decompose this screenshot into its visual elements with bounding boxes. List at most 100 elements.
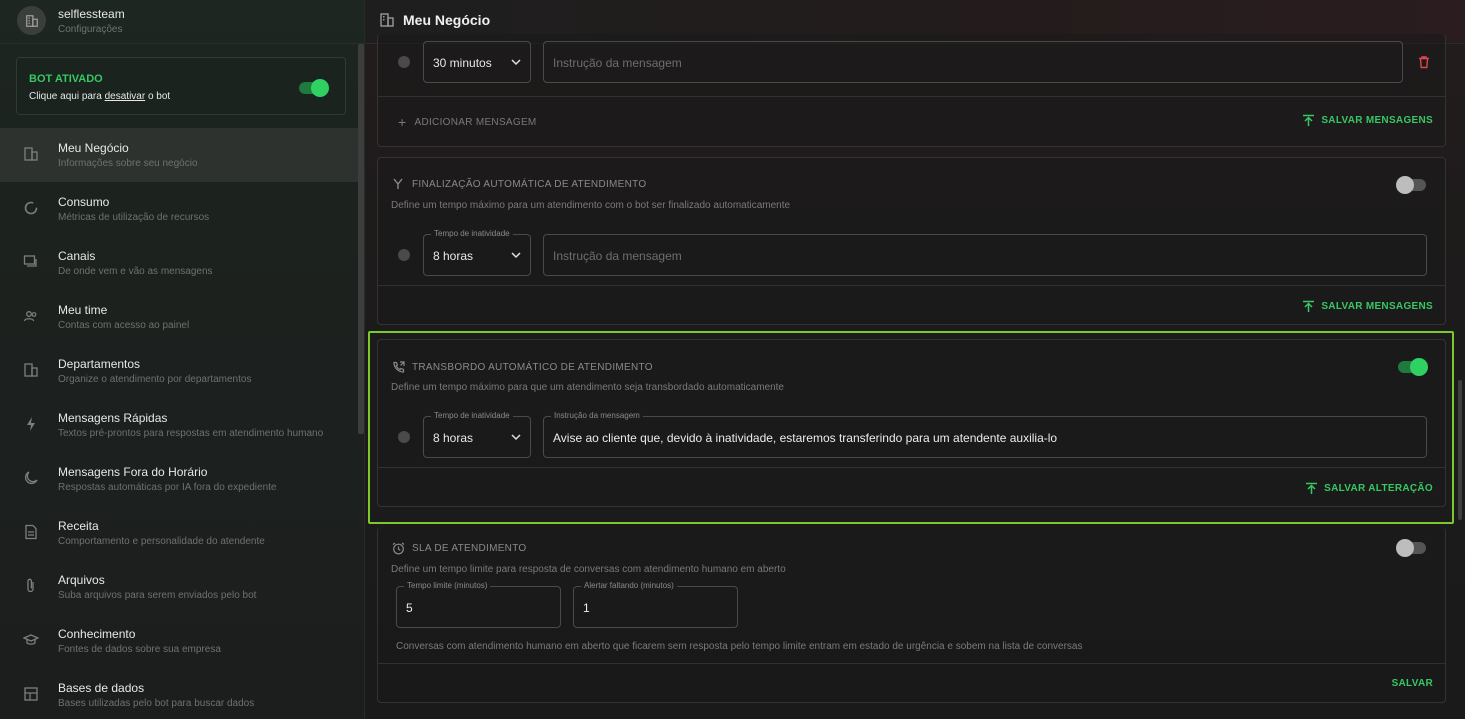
sla-card: SLA DE ATENDIMENTO Define um tempo limit… xyxy=(377,527,1446,703)
upload-icon xyxy=(1303,114,1315,126)
input-placeholder: Instrução da mensagem xyxy=(553,249,682,263)
sidebar-item-fora-do-horario[interactable]: Mensagens Fora do Horário Respostas auto… xyxy=(0,452,358,506)
sidebar-item-conhecimento[interactable]: Conhecimento Fontes de dados sobre sua e… xyxy=(0,614,358,668)
messages-card: 30 minutos Instrução da mensagem + ADICIO… xyxy=(377,34,1446,147)
inactivity-select[interactable]: Tempo de inatividade 8 horas xyxy=(423,411,531,458)
input-value: 5 xyxy=(406,601,413,615)
sla-limit-input[interactable]: Tempo limite (minutos) 5 xyxy=(396,581,561,628)
sidebar-item-meu-negocio[interactable]: Meu Negócio Informações sobre seu negóci… xyxy=(0,128,358,182)
sidebar: selflessteam Configurações BOT ATIVADO C… xyxy=(0,0,365,719)
input-value: Avise ao cliente que, devido à inativida… xyxy=(553,431,1058,445)
sidebar-item-desc: De onde vem e vão as mensagens xyxy=(58,266,213,277)
sidebar-item-label: Mensagens Fora do Horário xyxy=(58,465,208,479)
alarm-clock-icon xyxy=(391,541,405,555)
card-title: TRANSBORDO AUTOMÁTICO DE ATENDIMENTO xyxy=(391,360,653,374)
document-icon xyxy=(22,523,40,541)
sidebar-item-desc: Bases utilizadas pelo bot para buscar da… xyxy=(58,698,255,709)
input-value: 1 xyxy=(583,601,590,615)
save-sla-button[interactable]: SALVAR xyxy=(1392,678,1433,689)
sidebar-item-label: Meu Negócio xyxy=(58,141,129,155)
button-label: SALVAR xyxy=(1391,678,1433,689)
card-title-text: TRANSBORDO AUTOMÁTICO DE ATENDIMENTO xyxy=(412,361,653,373)
card-footer xyxy=(378,467,1445,468)
sidebar-item-desc: Respostas automáticas por IA fora do exp… xyxy=(58,482,277,493)
bot-toggle[interactable] xyxy=(299,79,329,97)
sidebar-item-mensagens-rapidas[interactable]: Mensagens Rápidas Textos pré-prontos par… xyxy=(0,398,358,452)
sidebar-item-desc: Comportamento e personalidade do atenden… xyxy=(58,536,265,547)
inactivity-select[interactable]: Tempo de inatividade 8 horas xyxy=(423,229,531,276)
input-label: Alertar faltando (minutos) xyxy=(581,581,677,590)
card-footer xyxy=(378,285,1445,286)
deactivate-bot-link[interactable]: desativar xyxy=(105,91,146,102)
sidebar-item-label: Meu time xyxy=(58,303,108,317)
moon-icon xyxy=(22,469,40,487)
card-title-text: FINALIZAÇÃO AUTOMÁTICA DE ATENDIMENTO xyxy=(412,178,647,190)
save-transbordo-button[interactable]: SALVAR ALTERAÇÃO xyxy=(1305,482,1433,495)
interval-select[interactable]: 30 minutos xyxy=(423,41,531,83)
bot-desc-prefix: Clique aqui para xyxy=(29,91,105,102)
database-icon xyxy=(22,685,40,703)
sla-toggle[interactable] xyxy=(1396,539,1426,557)
plus-icon: + xyxy=(398,114,407,130)
sidebar-item-receita[interactable]: Receita Comportamento e personalidade do… xyxy=(0,506,358,560)
finalizacao-message-input[interactable]: Instrução da mensagem xyxy=(543,234,1427,276)
sidebar-item-arquivos[interactable]: Arquivos Suba arquivos para serem enviad… xyxy=(0,560,358,614)
sidebar-item-departamentos[interactable]: Departamentos Organize o atendimento por… xyxy=(0,344,358,398)
transbordo-toggle[interactable] xyxy=(1398,358,1428,376)
toggle-knob xyxy=(1396,539,1414,557)
transbordo-message-input[interactable]: Instrução da mensagem Avise ao cliente q… xyxy=(543,411,1427,458)
drag-handle[interactable] xyxy=(398,56,410,68)
card-title: FINALIZAÇÃO AUTOMÁTICA DE ATENDIMENTO xyxy=(391,177,646,191)
card-description: Define um tempo máximo para que um atend… xyxy=(391,382,784,393)
bolt-icon xyxy=(22,415,40,433)
save-messages-button[interactable]: SALVAR MENSAGENS xyxy=(1302,114,1433,127)
sidebar-item-desc: Métricas de utilização de recursos xyxy=(58,212,210,223)
graduation-icon xyxy=(22,631,40,649)
toggle-knob xyxy=(311,79,329,97)
select-value: 8 horas xyxy=(433,431,474,445)
bot-desc-suffix: o bot xyxy=(145,91,171,102)
trash-icon[interactable] xyxy=(1417,55,1431,69)
select-label: Tempo de inatividade xyxy=(431,229,513,238)
finalizacao-toggle[interactable] xyxy=(1396,176,1426,194)
sidebar-item-desc: Fontes de dados sobre sua empresa xyxy=(58,644,221,655)
org-name: selflessteam xyxy=(58,7,125,21)
input-label: Instrução da mensagem xyxy=(551,411,643,420)
sidebar-item-desc: Organize o atendimento por departamentos xyxy=(58,374,252,385)
message-instruction-input[interactable]: Instrução da mensagem xyxy=(543,41,1403,83)
card-footer xyxy=(378,96,1445,97)
paperclip-icon xyxy=(22,577,40,595)
bot-status-card[interactable]: BOT ATIVADO Clique aqui para desativar o… xyxy=(16,57,346,115)
sidebar-item-consumo[interactable]: Consumo Métricas de utilização de recurs… xyxy=(0,182,358,236)
toggle-knob xyxy=(1410,358,1428,376)
bot-status-desc: Clique aqui para desativar o bot xyxy=(29,91,170,102)
page-title: Meu Negócio xyxy=(403,12,491,28)
sidebar-item-meu-time[interactable]: Meu time Contas com acesso ao painel xyxy=(0,290,358,344)
input-placeholder: Instrução da mensagem xyxy=(553,56,682,70)
save-finalizacao-button[interactable]: SALVAR MENSAGENS xyxy=(1302,300,1433,313)
team-icon xyxy=(22,307,40,325)
sidebar-item-label: Departamentos xyxy=(58,357,141,371)
card-footer xyxy=(378,663,1445,664)
button-label: SALVAR MENSAGENS xyxy=(1321,115,1433,126)
building-icon xyxy=(25,14,38,27)
donut-icon xyxy=(22,199,40,217)
sidebar-scrollbar[interactable] xyxy=(358,44,364,434)
sidebar-item-canais[interactable]: Canais De onde vem e vão as mensagens xyxy=(0,236,358,290)
drag-handle[interactable] xyxy=(398,249,410,261)
add-message-button[interactable]: + ADICIONAR MENSAGEM xyxy=(398,114,537,130)
main-scrollbar[interactable] xyxy=(1458,380,1462,520)
sidebar-item-desc: Textos pré-prontos para respostas em ate… xyxy=(58,428,324,439)
transbordo-card: TRANSBORDO AUTOMÁTICO DE ATENDIMENTO Def… xyxy=(377,339,1446,507)
org-subtitle: Configurações xyxy=(58,24,123,35)
select-value: 8 horas xyxy=(433,249,474,263)
sidebar-item-label: Conhecimento xyxy=(58,627,136,641)
sidebar-item-desc: Informações sobre seu negócio xyxy=(58,158,198,169)
card-description: Define um tempo máximo para um atendimen… xyxy=(391,200,791,211)
org-switcher[interactable]: selflessteam Configurações xyxy=(0,0,365,44)
sidebar-item-bases-de-dados[interactable]: Bases de dados Bases utilizadas pelo bot… xyxy=(0,668,358,719)
drag-handle[interactable] xyxy=(398,431,410,443)
card-description: Define um tempo limite para resposta de … xyxy=(391,564,786,575)
sla-alert-input[interactable]: Alertar faltando (minutos) 1 xyxy=(573,581,738,628)
main-content: 30 minutos Instrução da mensagem + ADICIO… xyxy=(365,34,1465,719)
